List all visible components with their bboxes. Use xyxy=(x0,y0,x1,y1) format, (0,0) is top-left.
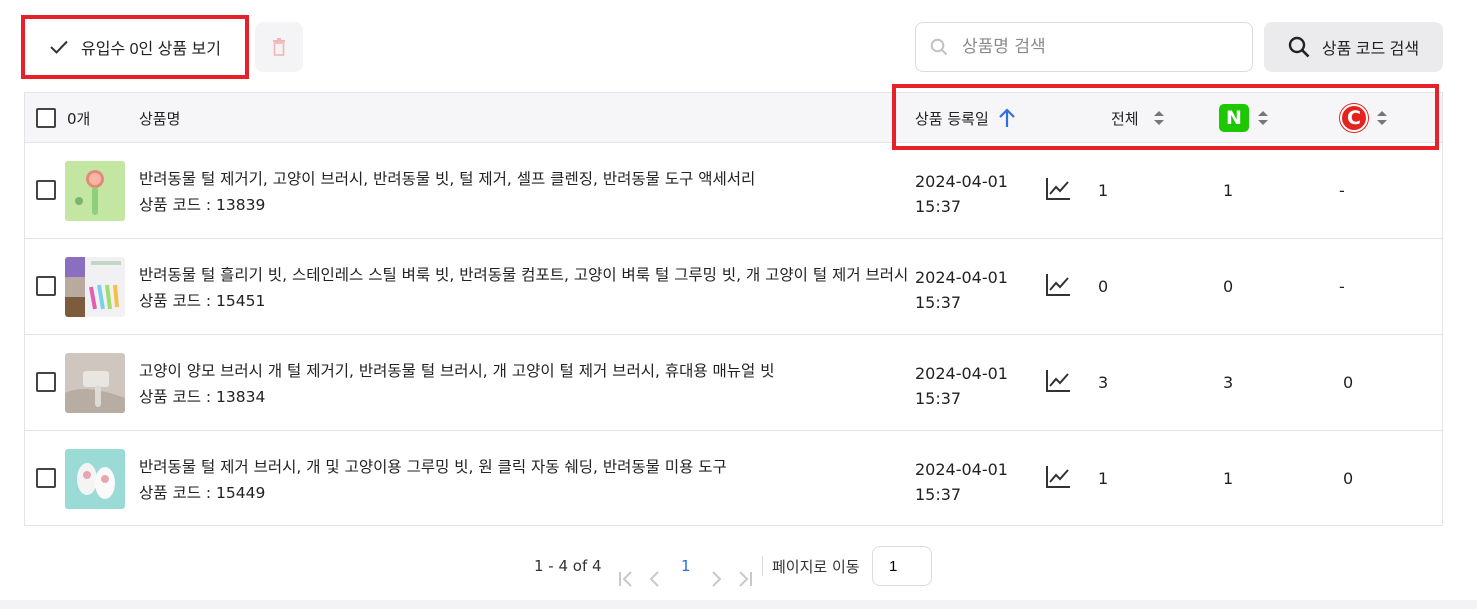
register-date-time: 15:37 xyxy=(915,389,962,408)
column-header-naver[interactable]: N xyxy=(1219,93,1269,143)
register-date-time: 15:37 xyxy=(915,485,962,504)
total-label: 전체 xyxy=(1111,109,1139,128)
row-checkbox[interactable] xyxy=(36,468,56,488)
inflow-coupang: - xyxy=(1339,277,1345,296)
product-thumbnail xyxy=(65,257,125,317)
table-header: 0개 상품명 상품 등록일 전체 N C xyxy=(25,93,1442,143)
toolbar: 유입수 0인 상품 보기 상품 코드 검색 xyxy=(0,0,1477,90)
sort-toggle-icon[interactable] xyxy=(1376,109,1388,127)
sort-ascending-icon[interactable] xyxy=(997,107,1017,129)
naver-logo-icon: N xyxy=(1219,104,1249,132)
column-header-coupang[interactable]: C xyxy=(1340,93,1388,143)
product-table: 0개 상품명 상품 등록일 전체 N C 반려동물 털 제거기, 고양이 브러시… xyxy=(24,92,1443,526)
row-checkbox[interactable] xyxy=(36,276,56,296)
row-checkbox[interactable] xyxy=(36,180,56,200)
register-date-time: 15:37 xyxy=(915,197,962,216)
search-icon xyxy=(1288,36,1310,58)
inflow-coupang: 0 xyxy=(1343,373,1354,392)
register-date-day: 2024-04-01 xyxy=(915,268,1008,287)
trend-chart-icon[interactable] xyxy=(1045,369,1071,393)
product-code: 상품 코드 : 13834 xyxy=(139,388,266,406)
table-row[interactable]: 반려동물 털 흘리기 빗, 스테인레스 스틸 벼룩 빗, 반려동물 컴포트, 고… xyxy=(25,239,1442,335)
sort-toggle-icon[interactable] xyxy=(1257,109,1269,127)
register-date: 2024-04-01 15:37 xyxy=(915,457,1008,507)
trend-chart-icon[interactable] xyxy=(1045,465,1071,489)
inflow-total: 1 xyxy=(1098,469,1109,488)
product-name-search-input[interactable] xyxy=(962,37,1232,57)
pagination-divider xyxy=(762,556,763,576)
inflow-naver: 1 xyxy=(1223,469,1234,488)
table-row[interactable]: 고양이 양모 브러시 개 털 제거기, 반려동물 털 브러시, 개 고양이 털 … xyxy=(25,335,1442,431)
inflow-naver: 0 xyxy=(1223,277,1234,296)
table-row[interactable]: 반려동물 털 제거 브러시, 개 및 고양이용 그루밍 빗, 원 클릭 자동 쉐… xyxy=(25,431,1442,527)
pagination-range: 1 - 4 of 4 xyxy=(534,557,602,575)
product-code: 상품 코드 : 15451 xyxy=(139,292,266,310)
register-date-time: 15:37 xyxy=(915,293,962,312)
register-date-day: 2024-04-01 xyxy=(915,172,1008,191)
register-date: 2024-04-01 15:37 xyxy=(915,265,1008,315)
current-page-number[interactable]: 1 xyxy=(681,544,691,588)
register-date-day: 2024-04-01 xyxy=(915,364,1008,383)
last-page-icon[interactable] xyxy=(736,557,754,601)
product-name[interactable]: 반려동물 털 제거기, 고양이 브러시, 반려동물 빗, 털 제거, 셀프 클렌… xyxy=(139,167,909,189)
trend-chart-icon[interactable] xyxy=(1045,177,1071,201)
trend-chart-icon[interactable] xyxy=(1045,273,1071,297)
sort-toggle-icon[interactable] xyxy=(1153,109,1165,127)
row-checkbox[interactable] xyxy=(36,372,56,392)
next-page-icon[interactable] xyxy=(709,557,723,601)
product-code-search-label: 상품 코드 검색 xyxy=(1321,41,1420,58)
inflow-naver: 3 xyxy=(1223,373,1234,392)
inflow-total: 1 xyxy=(1098,181,1109,200)
product-code: 상품 코드 : 15449 xyxy=(139,484,266,502)
column-header-total[interactable]: 전체 xyxy=(1111,93,1165,143)
delete-button[interactable] xyxy=(255,22,303,72)
product-name[interactable]: 반려동물 털 제거 브러시, 개 및 고양이용 그루밍 빗, 원 클릭 자동 쉐… xyxy=(139,455,909,477)
inflow-naver: 1 xyxy=(1223,181,1234,200)
inflow-total: 3 xyxy=(1098,373,1109,392)
product-thumbnail xyxy=(65,161,125,221)
register-date-label: 상품 등록일 xyxy=(915,109,989,128)
register-date-day: 2024-04-01 xyxy=(915,460,1008,479)
table-row[interactable]: 반려동물 털 제거기, 고양이 브러시, 반려동물 빗, 털 제거, 셀프 클렌… xyxy=(25,143,1442,239)
inflow-coupang: 0 xyxy=(1343,469,1354,488)
prev-page-icon[interactable] xyxy=(648,557,662,601)
inflow-total: 0 xyxy=(1098,277,1109,296)
trash-icon xyxy=(273,38,285,56)
search-icon xyxy=(930,38,948,56)
goto-page-input[interactable] xyxy=(872,546,932,586)
product-thumbnail xyxy=(65,353,125,413)
select-all-checkbox[interactable] xyxy=(36,108,56,128)
zero-inflow-filter-button[interactable]: 유입수 0인 상품 보기 xyxy=(24,18,246,76)
product-name[interactable]: 고양이 양모 브러시 개 털 제거기, 반려동물 털 브러시, 개 고양이 털 … xyxy=(139,359,909,381)
column-header-register-date[interactable]: 상품 등록일 xyxy=(915,93,1017,143)
selected-count: 0개 xyxy=(67,109,91,128)
register-date: 2024-04-01 15:37 xyxy=(915,361,1008,411)
product-code: 상품 코드 : 13839 xyxy=(139,196,266,214)
product-name-search-box[interactable] xyxy=(915,22,1253,72)
coupang-logo-icon: C xyxy=(1340,104,1368,132)
product-code-search-button[interactable]: 상품 코드 검색 xyxy=(1264,22,1443,72)
pagination: 1 - 4 of 4 1 페이지로 이동 xyxy=(0,544,1477,588)
footer-strip xyxy=(0,600,1477,609)
product-name[interactable]: 반려동물 털 흘리기 빗, 스테인레스 스틸 벼룩 빗, 반려동물 컴포트, 고… xyxy=(139,263,909,285)
register-date: 2024-04-01 15:37 xyxy=(915,169,1008,219)
column-header-product-name: 상품명 xyxy=(139,109,181,128)
goto-page-label: 페이지로 이동 xyxy=(772,557,860,576)
first-page-icon[interactable] xyxy=(617,557,635,601)
checkmark-icon xyxy=(50,40,68,54)
inflow-coupang: - xyxy=(1339,181,1345,200)
product-thumbnail xyxy=(65,449,125,509)
zero-inflow-filter-label: 유입수 0인 상품 보기 xyxy=(81,41,221,58)
